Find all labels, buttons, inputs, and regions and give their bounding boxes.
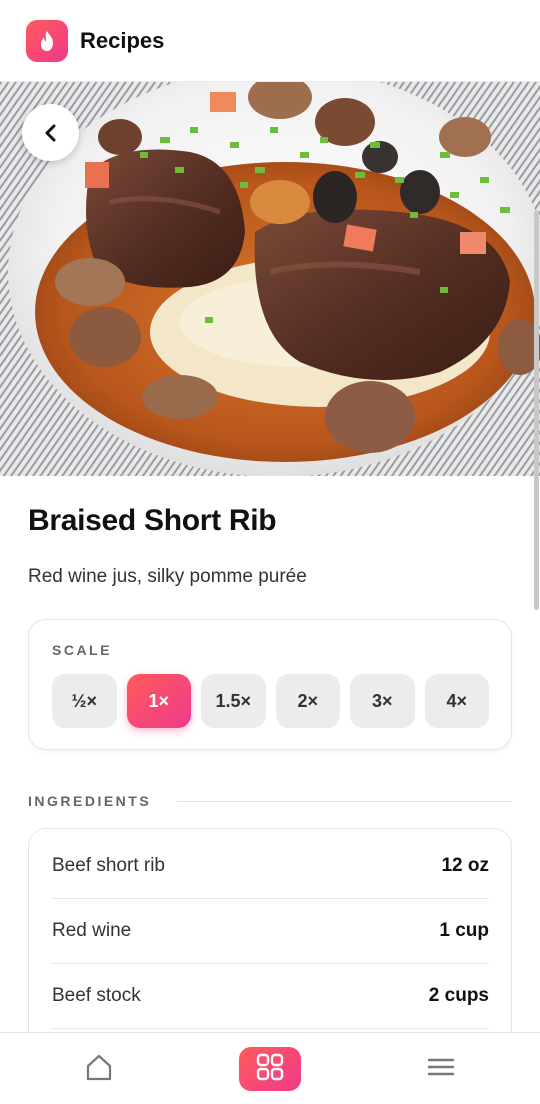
back-button[interactable] <box>22 104 79 161</box>
ingredient-row: Beef short rib 12 oz <box>52 834 489 899</box>
scrollbar-thumb[interactable] <box>534 210 539 610</box>
ingredient-name: Red wine <box>52 920 132 941</box>
app-header: Recipes <box>0 0 540 82</box>
ingredient-row: Red wine 1 cup <box>52 899 489 964</box>
scale-option-4x[interactable]: 4× <box>424 674 489 728</box>
grid-icon <box>255 1052 285 1087</box>
recipe-subtitle: Red wine jus, silky pomme purée <box>28 566 307 587</box>
bottom-nav <box>0 1032 540 1104</box>
nav-recipes[interactable] <box>239 1047 301 1091</box>
ingredient-qty: 2 cups <box>428 985 489 1006</box>
ingredient-name: Beef short rib <box>52 855 165 876</box>
hero-image <box>0 82 540 476</box>
scale-label: SCALE <box>52 642 112 658</box>
nav-menu[interactable] <box>410 1047 472 1091</box>
ingredient-qty: 12 oz <box>441 855 489 876</box>
scale-option-3x[interactable]: 3× <box>350 674 415 728</box>
scale-option-1-5x[interactable]: 1.5× <box>201 674 266 728</box>
home-icon <box>84 1052 114 1087</box>
scale-option-2x[interactable]: 2× <box>275 674 340 728</box>
ingredient-qty: 1 cup <box>439 920 489 941</box>
ingredient-row: Beef stock 2 cups <box>52 964 489 1029</box>
ingredients-heading: INGREDIENTS <box>28 793 152 809</box>
scale-option-half[interactable]: ½× <box>52 674 117 728</box>
chevron-left-icon <box>43 124 59 142</box>
scale-options: ½× 1× 1.5× 2× 3× 4× <box>52 674 489 728</box>
flame-icon <box>26 19 68 62</box>
app-title: Recipes <box>80 27 165 53</box>
nav-home[interactable] <box>68 1047 130 1091</box>
scrollbar[interactable] <box>532 82 540 1032</box>
scale-card: SCALE ½× 1× 1.5× 2× 3× 4× <box>28 619 512 750</box>
recipe-title: Braised Short Rib <box>28 504 277 537</box>
divider <box>177 801 512 802</box>
ingredient-name: Beef stock <box>52 985 141 1006</box>
menu-icon <box>426 1055 456 1084</box>
scale-option-1x[interactable]: 1× <box>126 674 191 728</box>
